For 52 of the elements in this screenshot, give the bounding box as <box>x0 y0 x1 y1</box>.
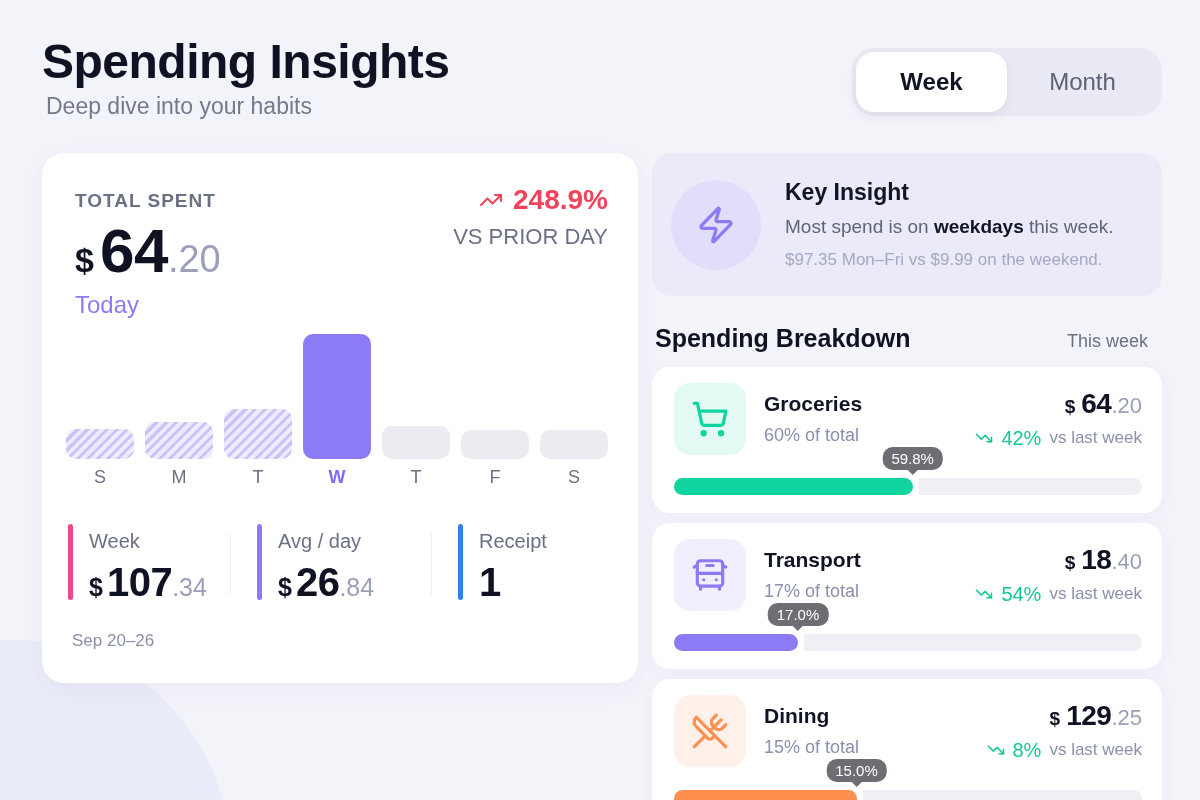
period-tab[interactable]: Month <box>1007 52 1158 112</box>
stat-value: $26.84 <box>278 561 375 604</box>
change-percent: 8% <box>1012 738 1042 762</box>
bus-icon <box>674 539 746 612</box>
change-percent: 42% <box>1001 426 1042 450</box>
page-subtitle: Deep dive into your habits <box>46 92 313 121</box>
section-title: Spending Breakdown <box>655 324 911 354</box>
category-name: Transport <box>764 548 861 573</box>
category-name: Dining <box>764 704 831 729</box>
day-label: F <box>489 467 501 489</box>
category-share: 15% of total <box>764 737 860 759</box>
total-spent-label: TOTAL SPENT <box>75 190 216 213</box>
day-label: T <box>410 467 422 489</box>
percent-tooltip: 59.8% <box>882 447 943 476</box>
insight-title: Key Insight <box>785 179 909 207</box>
period-label: Today <box>75 291 140 320</box>
section-period: This week <box>1066 331 1148 353</box>
change-percent: 248.9% <box>513 184 608 217</box>
stat-label: Avg / day <box>278 530 362 554</box>
insight-detail: $97.35 Mon–Fri vs $9.99 on the weekend. <box>785 250 1103 271</box>
day-bar <box>224 409 292 460</box>
percent-tooltip: 17.0% <box>767 603 829 632</box>
percent-tooltip: 15.0% <box>826 759 887 788</box>
utensils-icon <box>674 695 746 768</box>
day-label: M <box>171 467 187 489</box>
change-caption: vs last week <box>1049 740 1142 761</box>
cart-icon <box>674 383 746 456</box>
category-amount: $ 129.25 <box>1049 701 1142 731</box>
change-percent: 54% <box>1001 582 1042 606</box>
category-share: 17% of total <box>764 581 861 603</box>
stat-value: $107.34 <box>89 561 207 604</box>
stat-label: Week <box>89 530 140 554</box>
total-amount: $64.20 <box>75 218 221 284</box>
category-name: Groceries <box>764 392 863 417</box>
day-bar <box>145 422 213 460</box>
date-range: Sep 20–26 <box>71 631 155 652</box>
day-bar <box>66 429 134 460</box>
change-caption: vs last week <box>1049 428 1142 449</box>
change-caption: vs last week <box>1049 584 1142 605</box>
stat-value: 1 <box>479 561 501 604</box>
day-label: S <box>94 467 106 489</box>
stat-label: Receipt <box>479 530 547 554</box>
change-caption: VS PRIOR DAY <box>453 224 608 251</box>
category-share: 60% of total <box>764 425 861 447</box>
day-label: S <box>568 467 580 489</box>
day-label: W <box>328 467 346 489</box>
category-amount: $ 18.40 <box>1064 545 1142 575</box>
category-amount: $ 64.20 <box>1064 389 1142 419</box>
insight-message: Most spend is on weekdays this week. <box>785 216 1114 239</box>
period-tab[interactable]: Week <box>856 52 1007 112</box>
page-title: Spending Insights <box>42 36 450 89</box>
day-label: T <box>252 467 264 489</box>
